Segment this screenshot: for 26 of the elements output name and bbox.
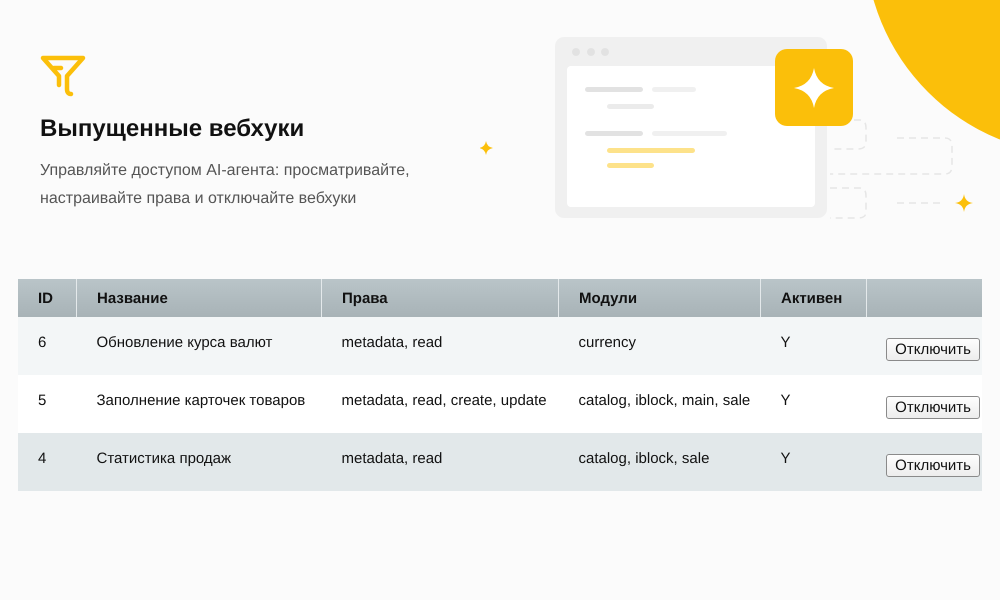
column-header: Название: [76, 279, 322, 317]
table-cell: metadata, read, create, update: [322, 375, 558, 433]
table-cell: Статистика продаж: [76, 433, 322, 491]
funnel-icon: [40, 55, 86, 97]
table-cell: Заполнение карточек товаров: [76, 375, 322, 433]
table-cell: 5: [18, 375, 76, 433]
column-header: ID: [18, 279, 76, 317]
table-cell: 4: [18, 433, 76, 491]
table-cell: Обновление курса валют: [76, 317, 322, 375]
table-cell: Y: [760, 433, 866, 491]
table-cell: metadata, read: [322, 433, 558, 491]
disable-button[interactable]: Отключить: [886, 454, 980, 476]
column-header: Права: [322, 279, 558, 317]
disable-button[interactable]: Отключить: [886, 396, 980, 418]
table-cell: Y: [760, 375, 866, 433]
page-subtitle: Управляйте доступом AI-агента: просматривайте, настраивайте права и отключайте вебхуки: [40, 161, 411, 209]
table-cell: catalog, iblock, main, sale: [558, 375, 760, 433]
table-cell: metadata, read: [322, 317, 558, 375]
table-cell: Y: [760, 317, 866, 375]
page-title: Выпущенные вебхуки: [40, 115, 306, 143]
column-header: Модули: [558, 279, 760, 317]
table-cell: 6: [18, 317, 76, 375]
table-cell: currency: [558, 317, 760, 375]
table-cell: catalog, iblock, sale: [558, 433, 760, 491]
disable-button[interactable]: Отключить: [886, 338, 980, 360]
column-header: Активен: [760, 279, 866, 317]
